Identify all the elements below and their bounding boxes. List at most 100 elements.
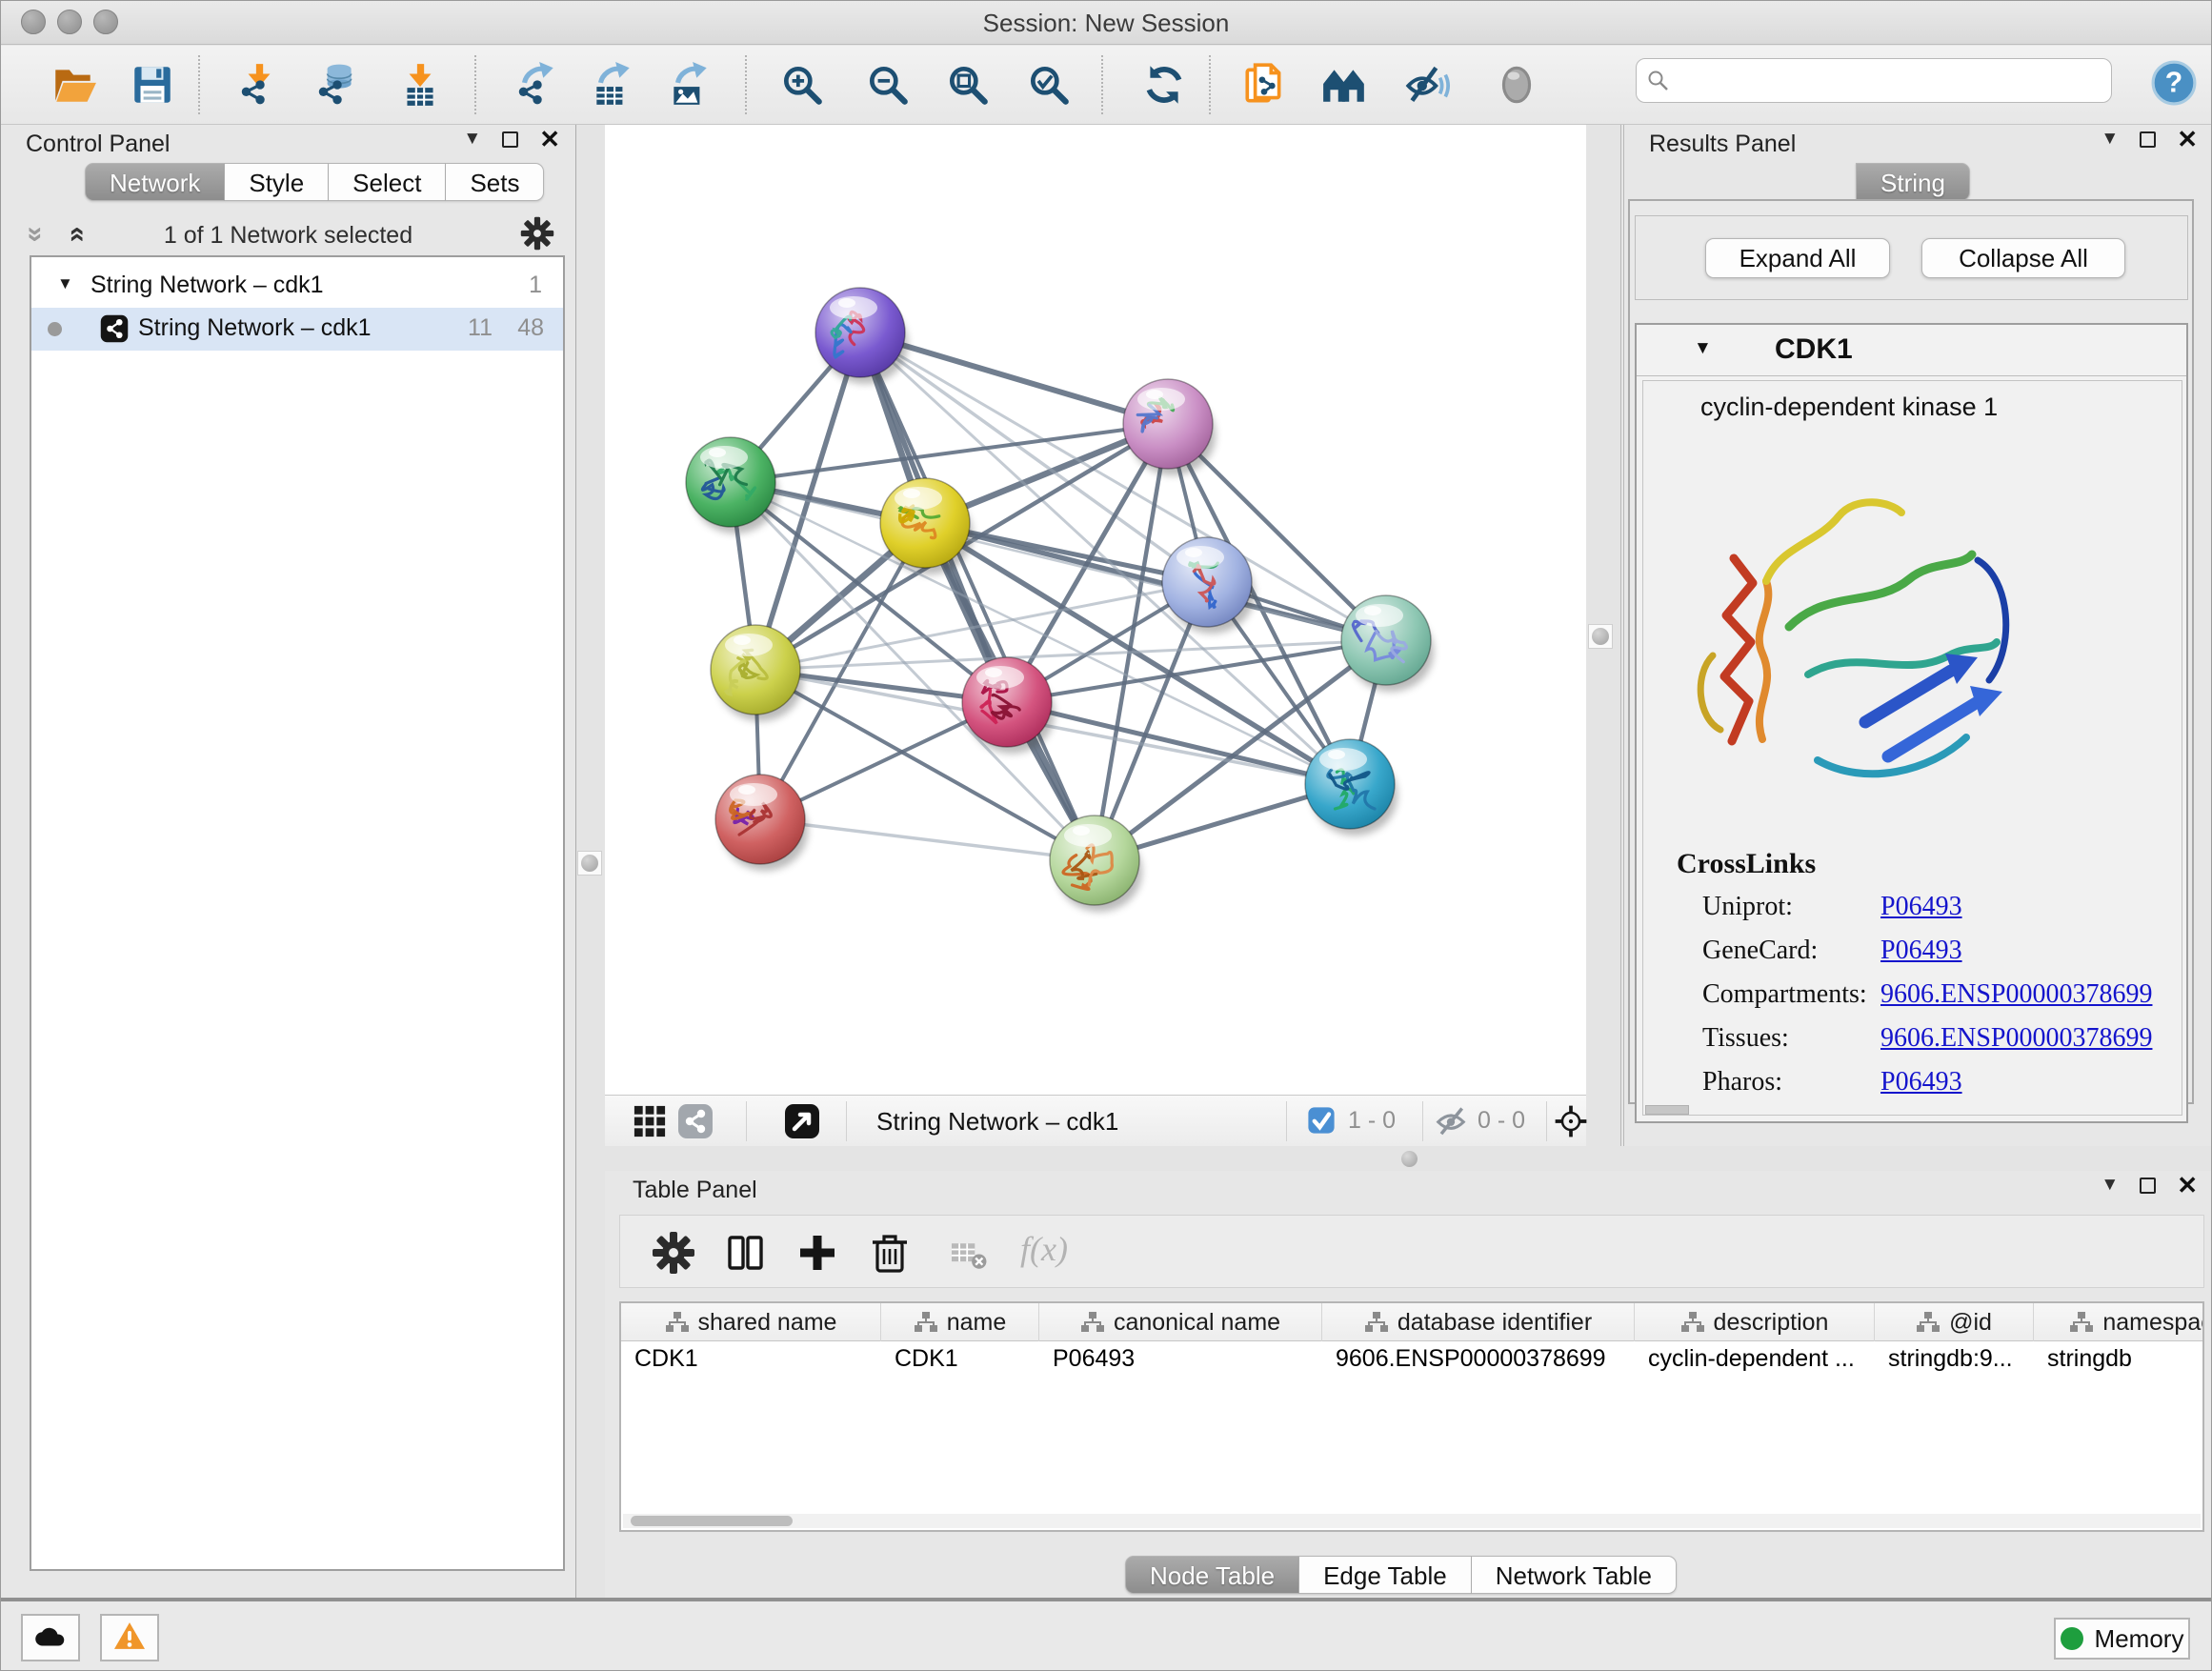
delete-column-icon[interactable] [868,1231,912,1275]
add-column-icon[interactable] [795,1231,839,1275]
zoom-out-icon[interactable] [864,61,912,109]
crosslink-link[interactable]: P06493 [1880,892,1962,922]
close-panel-icon[interactable]: ✕ [539,130,560,149]
table-cell[interactable]: 9606.ENSP00000378699 [1322,1341,1635,1378]
birds-eye-view-icon[interactable] [783,1102,821,1140]
table-horizontal-scrollbar[interactable] [623,1514,2201,1528]
horizontal-scrollbar-thumb[interactable] [1645,1105,1689,1115]
network-edge-HIST1H1A-CCNE1[interactable] [760,819,1095,860]
network-node-CDC6[interactable] [1162,537,1255,634]
tab-sets[interactable]: Sets [446,163,544,201]
close-panel-icon[interactable]: ✕ [2177,1176,2198,1195]
export-image-icon[interactable] [666,61,714,109]
control-panel-divider[interactable] [576,125,605,1598]
table-cell[interactable]: stringdb [2034,1341,2204,1378]
import-table-icon[interactable] [396,61,444,109]
network-node-CCNA1[interactable] [1123,379,1216,475]
divider-handle[interactable] [577,851,602,876]
crosslink-link[interactable]: P06493 [1880,1067,1962,1097]
float-panel-icon[interactable] [2140,131,2156,148]
network-collection-row[interactable]: ▼ String Network – cdk1 1 [31,265,563,308]
float-panel-icon[interactable] [502,131,518,148]
close-panel-icon[interactable]: ✕ [2177,130,2198,149]
panel-menu-icon[interactable]: ▼ [463,129,481,150]
panel-menu-icon[interactable]: ▼ [2101,1175,2119,1196]
warnings-button[interactable] [100,1614,159,1661]
memory-button[interactable]: Memory [2054,1618,2190,1660]
network-edge-CCNB2-CCNE1[interactable] [860,332,1095,860]
crosslink-link[interactable]: 9606.ENSP00000378699 [1880,1023,2152,1054]
column-header-name[interactable]: name [881,1303,1039,1341]
scrollbar-thumb[interactable] [631,1516,793,1526]
network-node-CCNE1[interactable] [1050,815,1142,912]
network-node-CDKN1A[interactable] [1305,739,1398,836]
crosslink-link[interactable]: 9606.ENSP00000378699 [1880,979,2152,1010]
zoom-fit-icon[interactable] [944,61,992,109]
network-node-CDC25B[interactable] [686,437,778,534]
network-canvas[interactable]: CCNB2CCNA1CDC25BCDK1CDC6RB1CCNB1CCNA2CDK… [605,125,1586,1095]
collection-expand-icon[interactable]: ▼ [57,274,73,293]
network-node-HIST1H1A[interactable] [715,775,808,871]
column-header-canonical-name[interactable]: canonical name [1039,1303,1322,1341]
column-header-shared-name[interactable]: shared name [621,1303,881,1341]
column-header-database-identifier[interactable]: database identifier [1322,1303,1635,1341]
table-cell[interactable]: CDK1 [621,1341,881,1378]
node-details-header[interactable]: ▼ CDK1 [1637,325,2186,376]
tab-network[interactable]: Network [85,163,225,201]
column-header-@id[interactable]: @id [1875,1303,2034,1341]
export-table-icon[interactable] [589,61,636,109]
network-node-CDK1[interactable] [880,478,973,574]
first-neighbors-icon[interactable] [1320,61,1368,109]
cloud-button[interactable] [21,1614,80,1661]
column-type-icon [1080,1311,1105,1334]
table-cell[interactable]: CDK1 [881,1341,1039,1378]
search-box[interactable] [1636,58,2112,103]
tab-node-table[interactable]: Node Table [1125,1556,1299,1594]
table-settings-gear-icon[interactable] [652,1231,695,1275]
zoom-selected-icon[interactable] [1025,61,1073,109]
show-columns-icon[interactable] [724,1231,768,1275]
network-row[interactable]: String Network – cdk1 11 48 [31,308,563,351]
column-header-description[interactable]: description [1635,1303,1875,1341]
hide-selected-icon[interactable] [1403,61,1451,109]
results-panel-divider[interactable] [1586,125,1620,1146]
search-input[interactable] [1679,61,2103,99]
divider-handle[interactable] [1588,624,1613,649]
network-node-CCNA2[interactable] [962,657,1055,754]
zoom-in-icon[interactable] [778,61,826,109]
collapse-all-button[interactable]: Collapse All [1921,238,2125,278]
crosshair-icon[interactable] [1554,1104,1588,1138]
duplicate-network-icon[interactable] [1240,61,1288,109]
table-panel-divider[interactable] [605,1146,2212,1171]
refresh-icon[interactable] [1140,61,1188,109]
network-node-CCNB1[interactable] [711,625,803,721]
tab-string[interactable]: String [1856,163,1970,201]
crosslink-link[interactable]: P06493 [1880,936,1962,966]
help-icon[interactable]: ? [2150,59,2198,107]
network-type-icon[interactable] [676,1102,714,1140]
expand-all-button[interactable]: Expand All [1705,238,1890,278]
import-database-icon[interactable] [312,61,360,109]
open-session-icon[interactable] [50,61,97,109]
tab-style[interactable]: Style [225,163,329,201]
tab-edge-table[interactable]: Edge Table [1299,1556,1472,1594]
column-type-icon [1680,1311,1705,1334]
tab-network-table[interactable]: Network Table [1472,1556,1677,1594]
table-cell[interactable]: cyclin-dependent ... [1635,1341,1875,1378]
panel-menu-icon[interactable]: ▼ [2101,129,2119,150]
show-all-icon[interactable] [1493,61,1540,109]
save-session-icon[interactable] [129,61,176,109]
divider-handle[interactable] [1401,1151,1418,1167]
table-cell[interactable]: stringdb:9... [1875,1341,2034,1378]
grid-view-icon[interactable] [631,1102,669,1140]
table-cell[interactable]: P06493 [1039,1341,1322,1378]
tab-select[interactable]: Select [329,163,446,201]
selected-checkbox-icon[interactable] [1306,1105,1337,1136]
export-network-icon[interactable] [513,61,560,109]
column-header-namespace[interactable]: namespace [2034,1303,2204,1341]
float-panel-icon[interactable] [2140,1178,2156,1194]
network-options-gear-icon[interactable] [520,216,554,251]
network-node-RB1[interactable] [1341,595,1434,692]
section-collapse-icon[interactable]: ▼ [1694,338,1712,359]
import-network-icon[interactable] [235,61,283,109]
